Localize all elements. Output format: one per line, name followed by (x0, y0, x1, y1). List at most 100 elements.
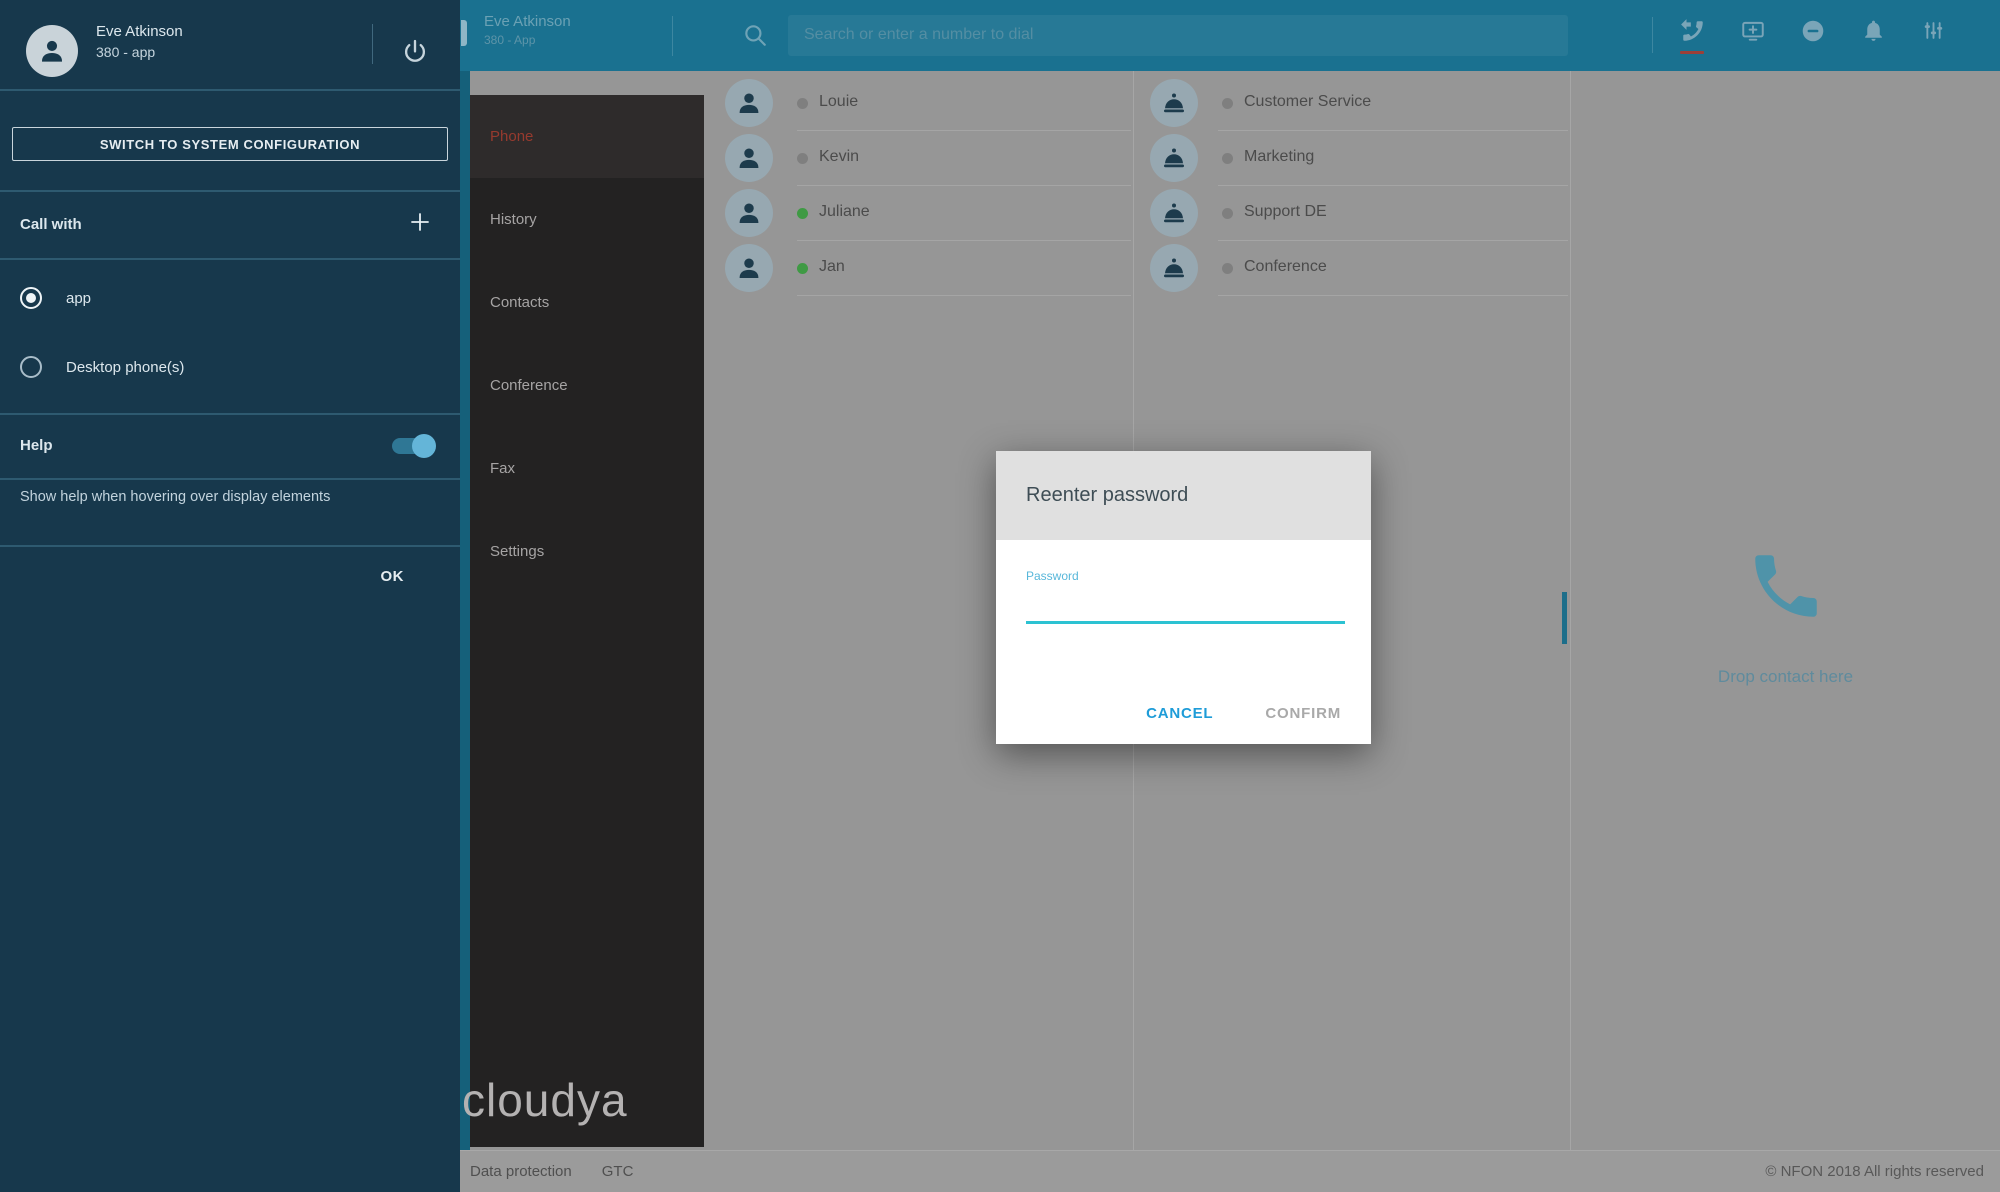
radio-selected-icon (20, 287, 42, 309)
screen-share-icon[interactable] (1738, 18, 1768, 54)
contact-name: Juliane (819, 203, 870, 221)
switch-to-system-configuration-button[interactable]: SWITCH TO SYSTEM CONFIGURATION (12, 127, 448, 161)
audio-settings-icon[interactable] (1918, 18, 1948, 54)
footer-link-gtc[interactable]: GTC (602, 1163, 634, 1180)
person-avatar-icon (725, 189, 773, 237)
forwarding-active-indicator (1680, 51, 1704, 54)
call-with-label: Call with (20, 216, 82, 233)
nav-item-label: Phone (490, 128, 533, 145)
divider (0, 545, 460, 547)
presence-dot (1222, 208, 1233, 219)
drop-contact-hint: Drop contact here (1571, 667, 2000, 687)
radio-label: Desktop phone(s) (66, 359, 184, 376)
presence-dot (1222, 98, 1233, 109)
nav-item-label: Fax (490, 460, 515, 477)
drawer-user-extension: 380 - app (96, 44, 155, 60)
nav-item-fax[interactable]: Fax (470, 427, 704, 510)
ring-group-icon (1150, 189, 1198, 237)
presence-dot (1222, 263, 1233, 274)
drawer-user-name: Eve Atkinson (96, 23, 183, 40)
group-name: Conference (1244, 258, 1327, 276)
nav-item-label: Contacts (490, 294, 549, 311)
contact-row-jan[interactable]: Jan (713, 241, 1133, 296)
presence-dot (797, 208, 808, 219)
password-input[interactable] (1026, 587, 1345, 621)
drawer-header-divider (372, 24, 373, 64)
logout-power-icon[interactable] (401, 38, 429, 71)
contact-row-louie[interactable]: Louie (713, 76, 1133, 131)
toggle-knob (412, 434, 436, 458)
footer-copyright: © NFON 2018 All rights reserved (1765, 1163, 2000, 1180)
presence-dot (797, 263, 808, 274)
cancel-button[interactable]: CANCEL (1146, 705, 1213, 722)
collapsed-rail (460, 71, 470, 1150)
footer: Data protection GTC © NFON 2018 All righ… (460, 1150, 2000, 1192)
ring-group-icon (1150, 244, 1198, 292)
call-with-row: Call with (0, 190, 460, 258)
footer-link-data-protection[interactable]: Data protection (470, 1163, 572, 1180)
nav-item-conference[interactable]: Conference (470, 344, 704, 427)
user-avatar (26, 25, 78, 77)
cloudya-logo: cloudya (462, 1073, 628, 1127)
main-nav: Phone History Contacts Conference Fax Se… (470, 95, 704, 1147)
dialog-title: Reenter password (996, 451, 1371, 540)
settings-drawer: Eve Atkinson 380 - app SWITCH TO SYSTEM … (0, 0, 460, 1192)
contact-row-kevin[interactable]: Kevin (713, 131, 1133, 186)
confirm-button[interactable]: CONFIRM (1265, 705, 1341, 722)
search-icon (742, 22, 768, 53)
app-root: Eve Atkinson 380 - App Search or enter a… (0, 0, 2000, 1192)
help-label: Help (20, 437, 53, 454)
notifications-icon[interactable] (1858, 18, 1888, 54)
group-name: Customer Service (1244, 93, 1371, 111)
divider (0, 258, 460, 260)
topbar-divider (672, 16, 673, 56)
divider (0, 478, 460, 480)
contact-row-juliane[interactable]: Juliane (713, 186, 1133, 241)
menu-icon (461, 20, 467, 46)
call-drop-panel[interactable]: Drop contact here (1571, 71, 2000, 1150)
ring-group-icon (1150, 134, 1198, 182)
call-with-option-desktop-phones[interactable]: Desktop phone(s) (20, 356, 184, 378)
call-with-option-app[interactable]: app (20, 287, 91, 309)
radio-label: app (66, 290, 91, 307)
contact-name: Kevin (819, 148, 859, 166)
topbar-user[interactable]: Eve Atkinson 380 - App (484, 12, 571, 48)
nav-item-history[interactable]: History (470, 178, 704, 261)
group-row-marketing[interactable]: Marketing (1134, 131, 1570, 186)
group-name: Marketing (1244, 148, 1314, 166)
search-placeholder: Search or enter a number to dial (804, 26, 1033, 44)
nav-item-phone[interactable]: Phone (470, 95, 704, 178)
scrollbar-thumb[interactable] (1562, 592, 1567, 644)
help-hint-text: Show help when hovering over display ele… (20, 489, 420, 505)
password-field-label: Password (1026, 569, 1079, 583)
radio-unselected-icon (20, 356, 42, 378)
call-forwarding-icon[interactable] (1678, 18, 1708, 54)
topbar-user-extension: 380 - App (484, 32, 571, 48)
presence-dot (1222, 153, 1233, 164)
password-input-underline (1026, 621, 1345, 624)
topbar-divider-right (1652, 17, 1653, 53)
reenter-password-dialog: Reenter password Password CANCEL CONFIRM (996, 451, 1371, 744)
nav-item-contacts[interactable]: Contacts (470, 261, 704, 344)
contact-name: Louie (819, 93, 858, 111)
help-row: Help (0, 413, 460, 478)
person-avatar-icon (725, 244, 773, 292)
person-avatar-icon (725, 134, 773, 182)
ring-group-icon (1150, 79, 1198, 127)
nav-item-settings[interactable]: Settings (470, 510, 704, 593)
phone-handset-icon (1745, 545, 1827, 632)
nav-item-label: History (490, 211, 537, 228)
group-name: Support DE (1244, 203, 1327, 221)
do-not-disturb-icon[interactable] (1798, 18, 1828, 54)
group-row-conference[interactable]: Conference (1134, 241, 1570, 296)
add-device-icon[interactable] (408, 210, 440, 239)
topbar-user-name: Eve Atkinson (484, 12, 571, 32)
help-toggle[interactable] (392, 438, 432, 454)
nav-item-label: Settings (490, 543, 544, 560)
person-avatar-icon (725, 79, 773, 127)
group-row-support-de[interactable]: Support DE (1134, 186, 1570, 241)
group-row-customer-service[interactable]: Customer Service (1134, 76, 1570, 131)
nav-item-label: Conference (490, 377, 568, 394)
topbar: Eve Atkinson 380 - App Search or enter a… (460, 0, 2000, 71)
ok-button[interactable]: OK (381, 568, 405, 585)
